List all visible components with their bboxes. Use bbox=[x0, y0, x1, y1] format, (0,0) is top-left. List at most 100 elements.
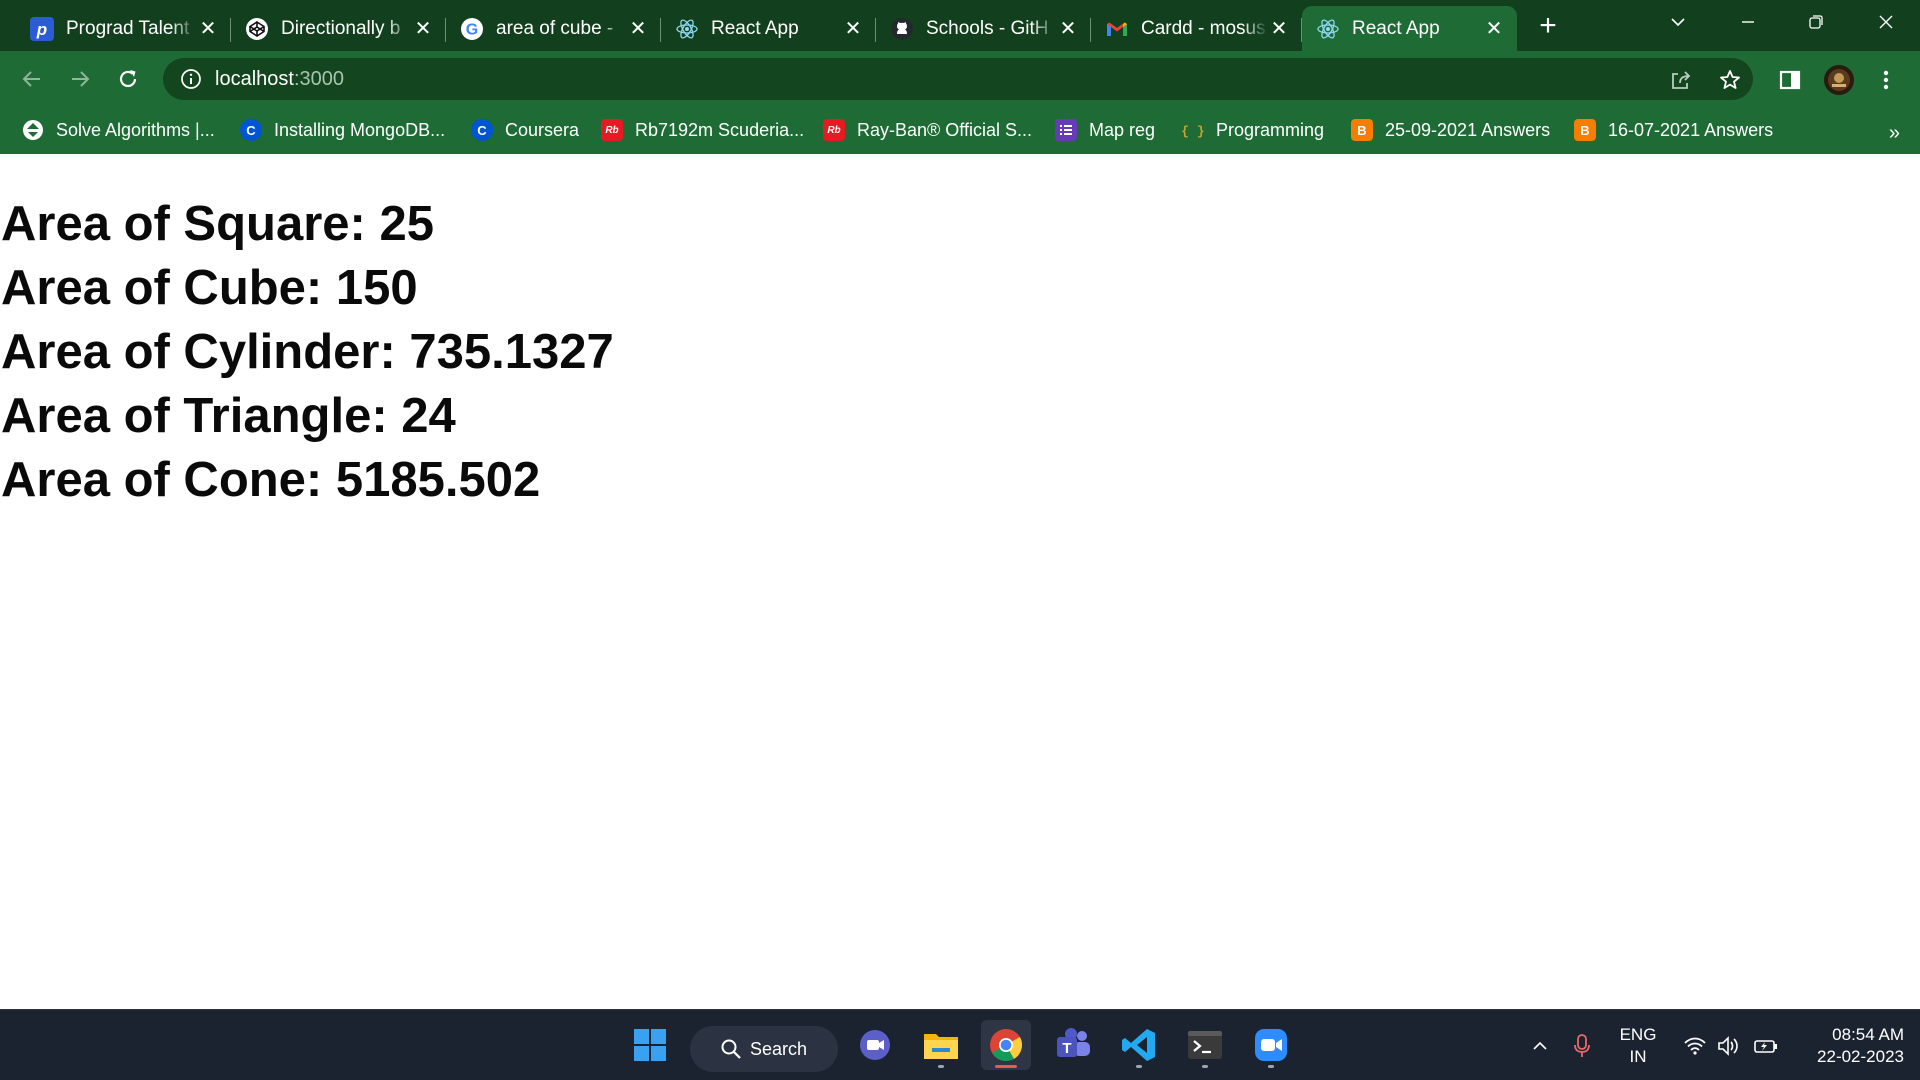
close-tab-icon[interactable]: ✕ bbox=[1483, 18, 1505, 40]
tab-title: Cardd - mosus bbox=[1141, 17, 1266, 39]
page-viewport: Area of Square: 25 Area of Cube: 150 Are… bbox=[0, 152, 1920, 1009]
tab-schools-github[interactable]: Schools - GitH ✕ bbox=[876, 6, 1091, 51]
tab-title: React App bbox=[711, 17, 799, 39]
bookmark-label: Ray-Ban® Official S... bbox=[857, 119, 1032, 140]
area-triangle-heading: Area of Triangle: 24 bbox=[1, 389, 456, 443]
system-clock[interactable]: 08:54 AM 22-02-2023 bbox=[1798, 1024, 1904, 1068]
reload-icon[interactable] bbox=[108, 59, 148, 99]
tab-title: Schools - GitH bbox=[926, 17, 1049, 39]
tab-react-app-active[interactable]: React App ✕ bbox=[1302, 6, 1517, 51]
url-host: localhost bbox=[215, 67, 294, 90]
folder-code-icon: { } bbox=[1182, 119, 1204, 141]
area-square-heading: Area of Square: 25 bbox=[1, 197, 434, 251]
rayban-icon: Rb bbox=[823, 119, 845, 141]
start-windows-icon[interactable] bbox=[625, 1020, 675, 1070]
react-icon bbox=[675, 17, 699, 41]
bookmark-rb7192m-scuderia[interactable]: Rb Rb7192m Scuderia... bbox=[601, 116, 804, 144]
area-cylinder-heading: Area of Cylinder: 735.1327 bbox=[1, 325, 614, 379]
close-tab-icon[interactable]: ✕ bbox=[627, 18, 649, 40]
running-indicator bbox=[1136, 1065, 1142, 1068]
tab-area-of-cube[interactable]: G area of cube - ✕ bbox=[446, 6, 661, 51]
bookmark-rayban-official[interactable]: Rb Ray-Ban® Official S... bbox=[823, 116, 1032, 144]
address-bar[interactable]: localhost:3000 bbox=[163, 58, 1753, 100]
language-code: ENG bbox=[1619, 1025, 1657, 1044]
teams-icon[interactable]: T bbox=[1048, 1020, 1098, 1070]
side-panel-icon[interactable] bbox=[1773, 63, 1807, 97]
close-tab-icon[interactable]: ✕ bbox=[842, 18, 864, 40]
svg-text:{ }: { } bbox=[1182, 124, 1204, 139]
running-indicator bbox=[1202, 1065, 1208, 1068]
form-icon bbox=[1055, 119, 1077, 141]
bookmark-label: 25-09-2021 Answers bbox=[1385, 119, 1551, 140]
tab-search-chevron-icon[interactable] bbox=[1648, 0, 1708, 44]
tab-cardd-gmail[interactable]: Cardd - mosus ✕ bbox=[1091, 6, 1302, 51]
url-port: :3000 bbox=[293, 67, 344, 90]
battery-charging-icon[interactable] bbox=[1750, 1010, 1782, 1080]
new-tab-button[interactable]: + bbox=[1530, 8, 1566, 44]
close-window-icon[interactable] bbox=[1856, 0, 1916, 44]
minimize-icon[interactable] bbox=[1718, 0, 1778, 44]
tab-react-app[interactable]: React App ✕ bbox=[661, 6, 876, 51]
bookmark-map-reg[interactable]: Map reg bbox=[1055, 116, 1155, 144]
gmail-icon bbox=[1105, 17, 1129, 41]
bookmark-label: Solve Algorithms |... bbox=[56, 119, 215, 140]
hackerrank-icon bbox=[22, 119, 44, 141]
file-explorer-icon[interactable] bbox=[916, 1020, 966, 1070]
tab-title: Directionally b bbox=[281, 17, 401, 39]
zoom-icon[interactable] bbox=[1246, 1020, 1296, 1070]
menu-kebab-icon[interactable] bbox=[1869, 63, 1903, 97]
forward-arrow-icon[interactable] bbox=[60, 59, 100, 99]
bookmark-16-07-2021-answers[interactable]: B 16-07-2021 Answers bbox=[1574, 116, 1773, 144]
tab-directionally[interactable]: Directionally b ✕ bbox=[231, 6, 446, 51]
github-icon bbox=[890, 17, 914, 41]
running-indicator bbox=[938, 1065, 944, 1068]
close-tab-icon[interactable]: ✕ bbox=[1057, 18, 1079, 40]
active-indicator bbox=[995, 1065, 1017, 1068]
bookmark-solve-algorithms[interactable]: Solve Algorithms |... bbox=[22, 116, 215, 144]
terminal-icon[interactable] bbox=[1180, 1020, 1230, 1070]
close-tab-icon[interactable]: ✕ bbox=[197, 18, 219, 40]
windows-taskbar: Search T ENG IN 08:54 AM 22-02-2023 bbox=[0, 1009, 1920, 1080]
show-hidden-icons-chevron-icon[interactable] bbox=[1524, 1010, 1556, 1080]
svg-text:G: G bbox=[466, 21, 478, 38]
region-code: IN bbox=[1629, 1047, 1647, 1066]
close-tab-icon[interactable]: ✕ bbox=[412, 18, 434, 40]
react-icon bbox=[1316, 17, 1340, 41]
bookmark-label: Rb7192m Scuderia... bbox=[635, 119, 805, 140]
site-info-icon[interactable] bbox=[179, 67, 203, 91]
back-arrow-icon[interactable] bbox=[12, 59, 52, 99]
tab-prograd-talent[interactable]: p Prograd Talent ✕ bbox=[16, 6, 231, 51]
wifi-icon[interactable] bbox=[1680, 1010, 1710, 1080]
coursera-icon: C bbox=[471, 119, 493, 141]
chrome-icon[interactable] bbox=[981, 1020, 1031, 1070]
restore-icon[interactable] bbox=[1786, 0, 1846, 44]
bookmark-programming[interactable]: { } Programming bbox=[1182, 116, 1324, 144]
clock-date: 22-02-2023 bbox=[1817, 1047, 1904, 1066]
input-language-indicator[interactable]: ENG IN bbox=[1610, 1024, 1666, 1068]
close-tab-icon[interactable]: ✕ bbox=[1268, 18, 1290, 40]
bookmark-label: 16-07-2021 Answers bbox=[1608, 119, 1774, 140]
bookmark-star-icon[interactable] bbox=[1713, 63, 1747, 97]
area-cube-heading: Area of Cube: 150 bbox=[1, 261, 418, 315]
vscode-icon[interactable] bbox=[1114, 1020, 1164, 1070]
more-bookmarks-chevron-icon[interactable]: » bbox=[1889, 122, 1900, 145]
bookmark-installing-mongodb[interactable]: C Installing MongoDB... bbox=[240, 116, 445, 144]
bookmark-coursera[interactable]: C Coursera bbox=[471, 116, 579, 144]
profile-avatar[interactable] bbox=[1822, 63, 1856, 97]
share-icon[interactable] bbox=[1664, 63, 1698, 97]
microphone-icon[interactable] bbox=[1566, 1010, 1598, 1080]
running-indicator bbox=[1268, 1065, 1274, 1068]
rayban-icon: Rb bbox=[601, 119, 623, 141]
clock-time: 08:54 AM bbox=[1832, 1025, 1904, 1044]
tab-title: area of cube - bbox=[496, 17, 614, 39]
bookmark-25-09-2021-answers[interactable]: B 25-09-2021 Answers bbox=[1351, 116, 1550, 144]
volume-icon[interactable] bbox=[1714, 1010, 1744, 1080]
tab-title: Prograd Talent bbox=[66, 17, 190, 39]
area-cone-heading: Area of Cone: 5185.502 bbox=[1, 453, 541, 507]
chat-icon[interactable] bbox=[850, 1020, 900, 1070]
browser-toolbar: localhost:3000 bbox=[0, 51, 1920, 108]
taskbar-search[interactable]: Search bbox=[690, 1026, 838, 1072]
bookmark-label: Coursera bbox=[505, 119, 580, 140]
blogger-icon: B bbox=[1351, 119, 1373, 141]
tab-title: React App bbox=[1352, 17, 1440, 39]
